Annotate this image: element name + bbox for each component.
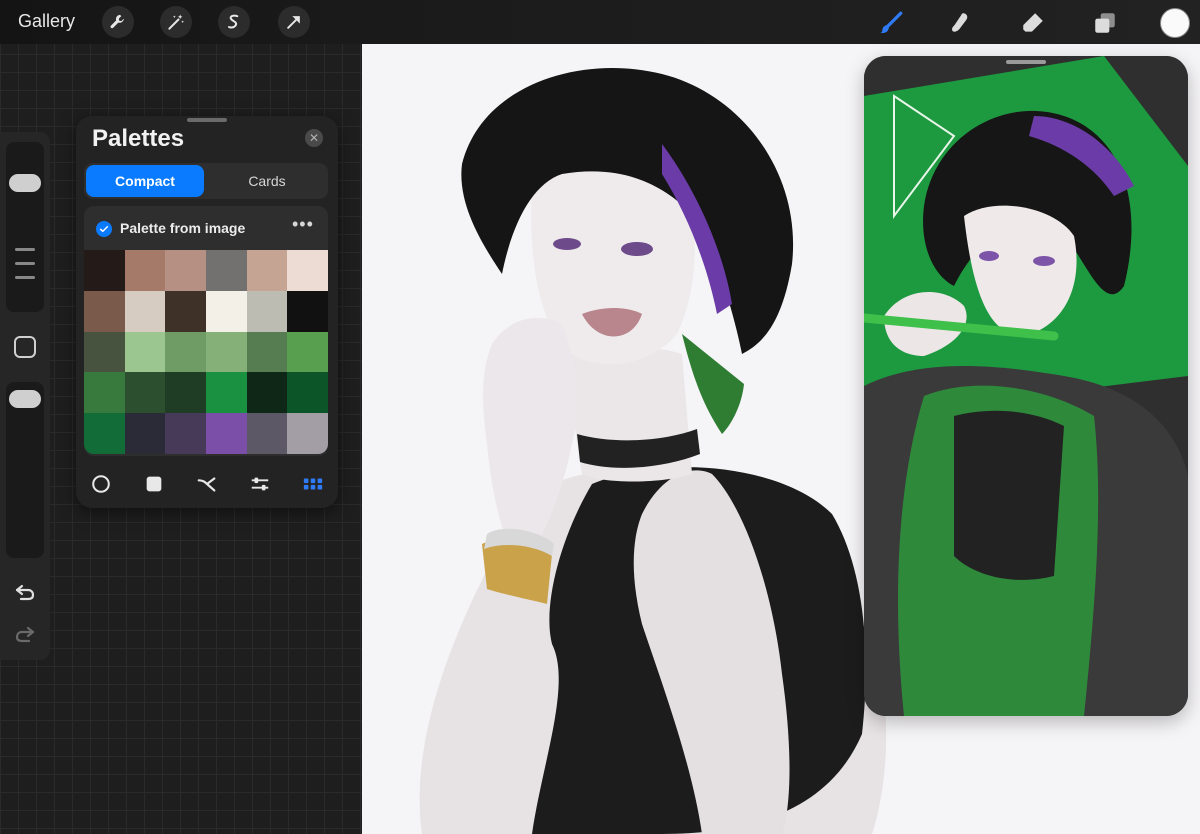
wrench-icon[interactable]: [102, 6, 134, 38]
slider-tick: [15, 276, 35, 279]
eraser-icon[interactable]: [1018, 8, 1048, 38]
color-swatch[interactable]: [124, 331, 166, 373]
transform-arrow-icon[interactable]: [278, 6, 310, 38]
color-swatch[interactable]: [165, 331, 206, 373]
panel-title: Palettes: [92, 125, 185, 152]
panel-drag-handle[interactable]: [187, 118, 227, 122]
layers-icon[interactable]: [1090, 8, 1120, 38]
color-swatch[interactable]: [165, 250, 206, 291]
disc-icon[interactable]: [89, 472, 113, 496]
brush-icon[interactable]: [876, 8, 906, 38]
color-swatch[interactable]: [124, 372, 166, 414]
palette-view-tabs: Compact Cards: [84, 163, 328, 199]
tab-compact[interactable]: Compact: [86, 165, 204, 197]
gallery-button[interactable]: Gallery: [18, 11, 75, 32]
color-swatch[interactable]: [206, 413, 247, 454]
opacity-knob[interactable]: [9, 390, 41, 408]
color-swatch[interactable]: [84, 331, 125, 373]
reference-window[interactable]: [864, 56, 1188, 716]
default-check-icon[interactable]: [96, 221, 112, 237]
color-swatch[interactable]: [206, 372, 247, 414]
more-options-icon[interactable]: •••: [292, 214, 314, 235]
color-swatch[interactable]: [287, 331, 328, 373]
opacity-slider[interactable]: [6, 382, 44, 558]
color-swatch[interactable]: [124, 250, 166, 291]
selection-icon[interactable]: [218, 6, 250, 38]
palettes-panel: Palettes ✕ Compact Cards Palette from im…: [76, 116, 338, 508]
color-swatch[interactable]: [165, 372, 206, 414]
color-swatch[interactable]: [246, 331, 288, 373]
color-swatch[interactable]: [165, 290, 206, 332]
color-swatch[interactable]: [287, 413, 328, 454]
swatch-grid: [84, 250, 328, 454]
reference-image: [864, 56, 1188, 716]
color-swatch[interactable]: [124, 290, 166, 332]
top-toolbar: Gallery: [0, 0, 1200, 44]
tab-cards[interactable]: Cards: [208, 165, 326, 197]
color-swatch[interactable]: [206, 250, 247, 291]
value-sliders-icon[interactable]: [248, 472, 272, 496]
modifier-button[interactable]: [14, 336, 36, 358]
undo-icon[interactable]: [13, 580, 37, 604]
slider-tick: [15, 262, 35, 265]
color-swatch[interactable]: [84, 250, 125, 291]
color-swatch[interactable]: [84, 372, 125, 414]
color-swatch[interactable]: [206, 290, 247, 332]
color-swatch[interactable]: [124, 413, 166, 454]
reference-handle[interactable]: [1006, 60, 1046, 64]
color-swatch[interactable]: [246, 413, 288, 454]
color-swatch[interactable]: [206, 331, 247, 373]
square-icon[interactable]: [142, 472, 166, 496]
color-swatch[interactable]: [246, 250, 288, 291]
palettes-grid-icon[interactable]: [301, 472, 325, 496]
palette-name[interactable]: Palette from image: [120, 220, 245, 236]
brush-size-slider[interactable]: [6, 142, 44, 312]
color-mode-bar: [76, 472, 338, 496]
harmony-icon[interactable]: [195, 472, 219, 496]
color-swatch[interactable]: [84, 290, 125, 332]
color-swatch[interactable]: [287, 290, 328, 332]
redo-icon[interactable]: [13, 622, 37, 646]
color-swatch[interactable]: [246, 290, 288, 332]
close-icon[interactable]: ✕: [305, 129, 323, 147]
color-swatch[interactable]: [84, 413, 125, 454]
color-swatch[interactable]: [165, 413, 206, 454]
palette-card: Palette from image •••: [84, 206, 328, 456]
smudge-icon[interactable]: [946, 8, 976, 38]
magic-wand-icon[interactable]: [160, 6, 192, 38]
brush-size-knob[interactable]: [9, 174, 41, 192]
color-picker-button[interactable]: [1160, 8, 1190, 38]
slider-tick: [15, 248, 35, 251]
color-swatch[interactable]: [287, 250, 328, 291]
left-sidebar: [0, 132, 50, 660]
color-swatch[interactable]: [287, 372, 328, 414]
color-swatch[interactable]: [246, 372, 288, 414]
